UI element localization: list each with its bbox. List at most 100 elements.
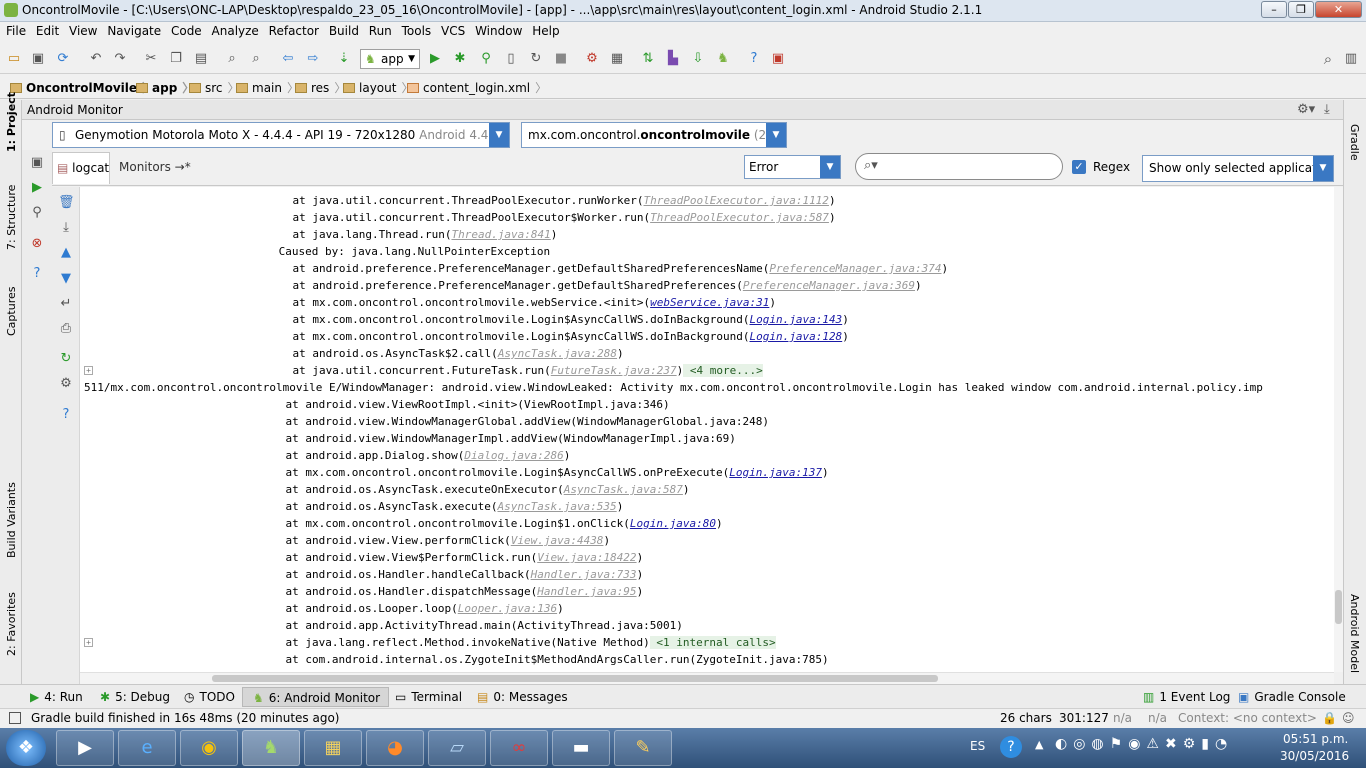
media-player-task[interactable]: ▶ [56, 730, 114, 766]
down-arrow-icon[interactable]: ▼ [58, 271, 74, 287]
tab-debug[interactable]: ✱ 5: Debug [100, 690, 170, 704]
settings-gear-icon[interactable]: ⚙▾ [1297, 102, 1315, 117]
toggle-tool-windows-icon[interactable] [9, 712, 21, 724]
tab-monitors[interactable]: Monitors →* [113, 152, 191, 184]
help-icon[interactable]: ? [29, 266, 45, 282]
log-level-select[interactable]: Error ▼ [744, 155, 841, 179]
minimize-button[interactable]: – [1261, 1, 1287, 18]
menu-run[interactable]: Run [369, 22, 392, 38]
tab-event-log[interactable]: ▥ 1 Event Log [1143, 690, 1230, 704]
source-link[interactable]: AsyncTask.java:288 [498, 347, 617, 360]
breadcrumb-main[interactable]: main 〉 [236, 79, 299, 96]
undo-icon[interactable]: ↶ [88, 51, 104, 67]
tab-messages[interactable]: ▤ 0: Messages [477, 690, 568, 704]
tray-icons[interactable]: ◐◎◍⚑◉⚠✖⚙▮◔ [1055, 736, 1233, 752]
source-link[interactable]: PreferenceManager.java:374 [769, 262, 941, 275]
app-filter-select[interactable]: Show only selected application ▼ [1142, 155, 1334, 182]
forward-icon[interactable]: ⇨ [305, 51, 321, 67]
folded-frames[interactable]: <1 internal calls> [649, 636, 776, 649]
tool-window-project[interactable]: 1: Project [5, 92, 18, 152]
ie-task[interactable]: e [118, 730, 176, 766]
source-link[interactable]: AsyncTask.java:587 [564, 483, 683, 496]
tab-run[interactable]: ▶ 4: Run [30, 690, 83, 704]
close-button[interactable]: ✕ [1315, 1, 1362, 18]
replace-icon[interactable]: ⌕ [248, 51, 264, 67]
source-link[interactable]: View.java:18422 [537, 551, 636, 564]
menu-tools[interactable]: Tools [402, 22, 432, 38]
apply-changes-icon[interactable]: ▯ [503, 51, 519, 67]
menu-window[interactable]: Window [475, 22, 522, 38]
menu-edit[interactable]: Edit [36, 22, 59, 38]
make-project-icon[interactable]: ⇣ [336, 51, 352, 67]
source-link[interactable]: ThreadPoolExecutor.java:587 [650, 211, 829, 224]
fold-expand-icon[interactable]: + [84, 638, 93, 647]
paint-task[interactable]: ✎ [614, 730, 672, 766]
gradle-sync-icon[interactable]: ⇅ [640, 51, 656, 67]
source-link[interactable]: AsyncTask.java:535 [497, 500, 616, 513]
event-icon[interactable]: ☺ [1342, 711, 1355, 725]
tool-window-gradle[interactable]: Gradle [1348, 124, 1361, 161]
source-link[interactable]: PreferenceManager.java:369 [743, 279, 915, 292]
horizontal-scroll-thumb[interactable] [212, 675, 938, 682]
source-link[interactable]: View.java:4438 [511, 534, 604, 547]
print-icon[interactable]: ⎙ [58, 321, 74, 337]
android-studio-task[interactable]: ♞ [242, 730, 300, 766]
menu-view[interactable]: View [69, 22, 97, 38]
menu-build[interactable]: Build [329, 22, 359, 38]
cmd-task[interactable]: ▬ [552, 730, 610, 766]
breadcrumb-layout[interactable]: layout〉 [343, 79, 413, 96]
vertical-scrollbar[interactable] [1334, 187, 1343, 672]
clear-logcat-icon[interactable]: 🗑 [58, 195, 75, 211]
open-icon[interactable]: ▭ [6, 51, 22, 67]
rerun-icon[interactable]: ↻ [528, 51, 544, 67]
source-link[interactable]: webService.java:31 [650, 296, 769, 309]
stop-icon[interactable]: ■ [553, 51, 569, 67]
maximize-button[interactable]: ❐ [1288, 1, 1314, 18]
sdk-download-icon[interactable]: ⇩ [690, 51, 706, 67]
hide-panel-icon[interactable]: ⤓ [1324, 102, 1330, 117]
source-link[interactable]: Login.java:128 [749, 330, 842, 343]
source-link[interactable]: Handler.java:733 [531, 568, 637, 581]
sync-icon[interactable]: ⟳ [55, 51, 71, 67]
tool-window-android-model[interactable]: Android Model [1348, 594, 1361, 673]
menu-file[interactable]: File [6, 22, 26, 38]
tab-terminal[interactable]: ▭ Terminal [395, 690, 462, 704]
restart-icon[interactable]: ↻ [58, 351, 74, 367]
preview-icon[interactable]: ▣ [770, 51, 786, 67]
help-icon[interactable]: ? [746, 51, 762, 67]
breadcrumb-res[interactable]: res 〉 [295, 79, 346, 96]
status-position[interactable]: 301:127 [1059, 711, 1109, 725]
device-select[interactable]: ▯ Genymotion Motorola Moto X - 4.4.4 - A… [52, 122, 510, 148]
folded-frames[interactable]: <4 more...> [683, 364, 763, 377]
cut-icon[interactable]: ✂ [143, 51, 159, 67]
toolbar-extra-icon[interactable]: ▥ [1343, 51, 1359, 67]
source-link[interactable]: Thread.java:841 [451, 228, 550, 241]
help-icon[interactable]: ? [1000, 736, 1022, 758]
source-link[interactable]: Looper.java:136 [458, 602, 557, 615]
horizontal-scrollbar[interactable] [80, 672, 1334, 684]
avd-manager-icon[interactable]: ▙ [665, 51, 681, 67]
source-link[interactable]: Login.java:80 [630, 517, 716, 530]
run-icon[interactable]: ▶ [427, 51, 443, 67]
log-search-input[interactable] [886, 157, 1056, 176]
source-link[interactable]: ThreadPoolExecutor.java:1112 [644, 194, 829, 207]
back-icon[interactable]: ⇦ [280, 51, 296, 67]
save-icon[interactable]: ▣ [30, 51, 46, 67]
system-info-icon[interactable]: ⚲ [29, 205, 45, 221]
chrome-task[interactable]: ◉ [180, 730, 238, 766]
scroll-to-end-icon[interactable]: ⤓ [58, 220, 74, 236]
menu-navigate[interactable]: Navigate [107, 22, 161, 38]
regex-checkbox[interactable]: ✓ [1072, 160, 1086, 174]
source-link[interactable]: FutureTask.java:237 [551, 364, 677, 377]
tool-window-structure[interactable]: 7: Structure [5, 185, 18, 250]
source-link[interactable]: Dialog.java:286 [464, 449, 563, 462]
tab-logcat[interactable]: ▤ logcat [52, 152, 110, 184]
screen-record-icon[interactable]: ▶ [29, 180, 45, 196]
breadcrumb-src[interactable]: src 〉 [189, 79, 240, 96]
menu-vcs[interactable]: VCS [441, 22, 465, 38]
keyboard-language[interactable]: ES [970, 739, 985, 753]
menu-refactor[interactable]: Refactor [269, 22, 319, 38]
lock-icon[interactable]: 🔒 [1322, 711, 1337, 725]
menu-help[interactable]: Help [532, 22, 559, 38]
camera-icon[interactable]: ▣ [29, 155, 45, 171]
